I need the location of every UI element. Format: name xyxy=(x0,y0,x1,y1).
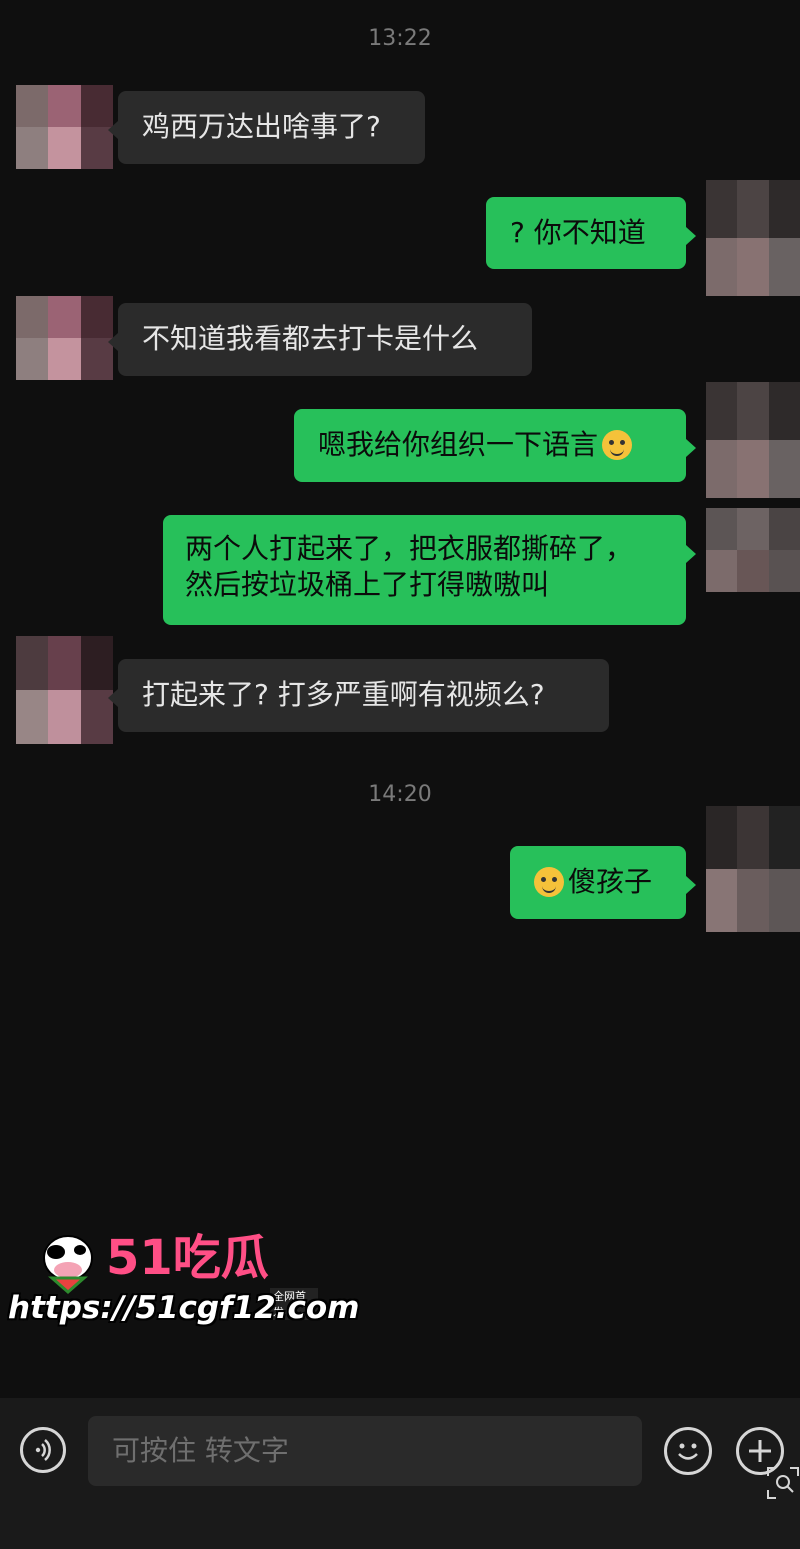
message-text: ? 你不知道 xyxy=(510,216,646,249)
timestamp: 14:20 xyxy=(368,782,432,807)
message-text: 鸡西万达出啥事了? xyxy=(142,110,381,143)
emoji-icon xyxy=(678,1443,698,1460)
message-text: 傻孩子 xyxy=(568,865,653,898)
voice-button[interactable] xyxy=(20,1427,66,1473)
message-sent[interactable]: 嗯我给你组织一下语言 xyxy=(294,409,696,482)
avatar-self[interactable] xyxy=(706,508,800,592)
message-received[interactable]: 打起来了? 打多严重啊有视频么? xyxy=(108,659,609,732)
avatar-contact[interactable] xyxy=(16,636,113,744)
avatar-contact[interactable] xyxy=(16,85,113,169)
avatar-self[interactable] xyxy=(706,180,800,296)
message-text-line: 然后按垃圾桶上了打得嗷嗷叫 xyxy=(185,568,550,601)
message-sent[interactable]: ? 你不知道 xyxy=(486,197,696,269)
message-received[interactable]: 不知道我看都去打卡是什么 xyxy=(108,303,532,376)
watermark-url: https://51cgf12.com xyxy=(8,1290,360,1326)
message-text: 打起来了? 打多严重啊有视频么? xyxy=(142,678,545,711)
message-sent[interactable]: 傻孩子 xyxy=(510,846,696,919)
doge-emoji-icon xyxy=(602,430,633,460)
message-received[interactable]: 鸡西万达出啥事了? xyxy=(108,91,425,164)
emoji-button[interactable] xyxy=(664,1427,712,1475)
voice-icon xyxy=(35,1439,51,1461)
cow-mascot-icon xyxy=(43,1235,93,1294)
message-sent[interactable]: 两个人打起来了，把衣服都撕碎了， 然后按垃圾桶上了打得嗷嗷叫 xyxy=(163,515,696,625)
message-text: 不知道我看都去打卡是什么 xyxy=(142,322,479,355)
message-text: 嗯我给你组织一下语言 xyxy=(318,428,599,461)
message-input[interactable]: 可按住 转文字 xyxy=(88,1416,642,1486)
watermark: 51吃瓜 全网首发 https://51cgf12.com xyxy=(8,1228,359,1338)
avatar-self[interactable] xyxy=(706,382,800,498)
timestamp: 13:22 xyxy=(368,26,432,51)
message-text-line: 两个人打起来了，把衣服都撕碎了， xyxy=(185,532,634,565)
input-placeholder: 可按住 转文字 xyxy=(112,1434,289,1467)
avatar-self[interactable] xyxy=(706,806,800,932)
avatar-contact[interactable] xyxy=(16,296,113,380)
laughing-crying-emoji-icon xyxy=(534,867,564,897)
screenshot-search-icon[interactable] xyxy=(766,1466,800,1500)
watermark-brand: 51吃瓜 xyxy=(106,1230,269,1286)
